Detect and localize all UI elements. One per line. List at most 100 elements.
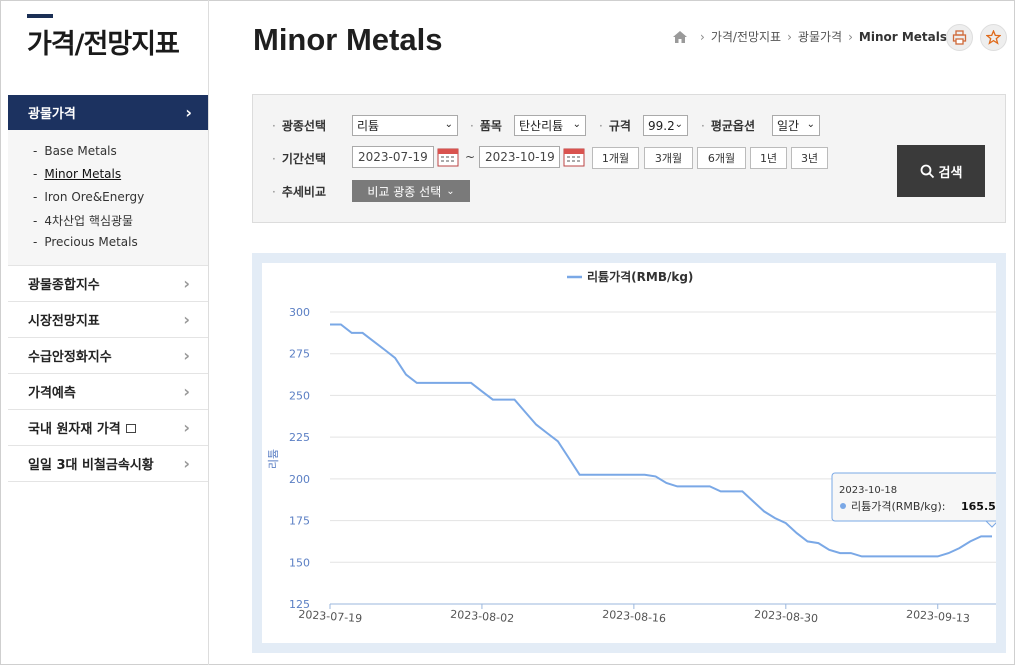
calendar-icon[interactable]: [437, 147, 459, 167]
data-point[interactable]: [328, 323, 332, 327]
print-button[interactable]: [946, 24, 973, 51]
data-point[interactable]: [762, 509, 766, 513]
data-point[interactable]: [806, 539, 810, 543]
data-point[interactable]: [643, 473, 647, 477]
sidebar: 가격/전망지표 광물가격 › - Base Metals - Minor Metal…: [0, 0, 209, 665]
data-point[interactable]: [480, 389, 484, 393]
breadcrumb-item[interactable]: 광물가격: [798, 28, 842, 45]
submenu-item-minor-metals[interactable]: - Minor Metals: [33, 167, 121, 181]
data-point[interactable]: [860, 554, 864, 558]
data-point[interactable]: [936, 554, 940, 558]
period-6month-button[interactable]: 6개월: [697, 147, 746, 169]
data-point[interactable]: [382, 348, 386, 352]
data-point[interactable]: [968, 539, 972, 543]
data-point[interactable]: [491, 398, 495, 402]
data-point[interactable]: [502, 398, 506, 402]
data-point[interactable]: [838, 551, 842, 555]
data-point[interactable]: [675, 484, 679, 488]
spec-label: 규격: [599, 117, 631, 134]
data-point[interactable]: [437, 381, 441, 385]
mineral-select[interactable]: 리튬 ⌄: [352, 115, 458, 136]
data-point[interactable]: [751, 499, 755, 503]
data-point[interactable]: [849, 551, 853, 555]
search-button[interactable]: 검색: [897, 145, 985, 197]
data-point[interactable]: [957, 546, 961, 550]
data-point[interactable]: [730, 489, 734, 493]
data-point[interactable]: [708, 484, 712, 488]
data-point[interactable]: [881, 554, 885, 558]
submenu-item-iron-ore-energy[interactable]: - Iron Ore&Energy: [33, 190, 144, 204]
item-select[interactable]: 탄산리튬 ⌄: [514, 115, 586, 136]
submenu-item-precious-metals[interactable]: - Precious Metals: [33, 235, 138, 249]
compare-mineral-button[interactable]: 비교 광종 선택 ⌄: [352, 180, 470, 202]
data-point[interactable]: [871, 554, 875, 558]
data-point[interactable]: [350, 331, 354, 335]
data-point[interactable]: [371, 339, 375, 343]
data-point[interactable]: [469, 381, 473, 385]
data-point[interactable]: [556, 439, 560, 443]
period-3month-button[interactable]: 3개월: [644, 147, 693, 169]
sidebar-item-mineral-price[interactable]: 광물가격 ›: [8, 95, 208, 130]
data-point[interactable]: [523, 410, 527, 414]
submenu-item-critical-minerals[interactable]: -4차산업 핵심광물: [33, 212, 133, 229]
data-point[interactable]: [621, 473, 625, 477]
data-point[interactable]: [892, 554, 896, 558]
data-point[interactable]: [784, 521, 788, 525]
data-point[interactable]: [697, 484, 701, 488]
chart-legend[interactable]: 리튬가격(RMB/kg): [567, 269, 693, 284]
data-point[interactable]: [534, 423, 538, 427]
sidebar-item-market-outlook[interactable]: 시장전망지표 ›: [8, 302, 208, 338]
date-range-separator: ~: [465, 150, 476, 164]
avg-option-select[interactable]: 일간 ⌄: [772, 115, 820, 136]
data-point[interactable]: [588, 473, 592, 477]
data-point[interactable]: [404, 373, 408, 377]
data-point[interactable]: [654, 474, 658, 478]
data-point[interactable]: [567, 456, 571, 460]
sidebar-item-daily-nonferrous[interactable]: 일일 3대 비철금속시황 ›: [8, 446, 208, 482]
data-point[interactable]: [979, 534, 983, 538]
series-line[interactable]: [330, 323, 992, 558]
data-point[interactable]: [990, 534, 994, 538]
sidebar-item-supply-index[interactable]: 수급안정화지수 ›: [8, 338, 208, 374]
submenu-item-base-metals[interactable]: - Base Metals: [33, 144, 117, 158]
data-point[interactable]: [740, 489, 744, 493]
data-point[interactable]: [632, 473, 636, 477]
data-point[interactable]: [827, 548, 831, 552]
data-point[interactable]: [599, 473, 603, 477]
home-icon[interactable]: [672, 30, 688, 44]
data-point[interactable]: [426, 381, 430, 385]
data-point[interactable]: [686, 484, 690, 488]
data-point[interactable]: [578, 473, 582, 477]
data-point[interactable]: [339, 323, 343, 327]
data-point[interactable]: [610, 473, 614, 477]
breadcrumb-item[interactable]: 가격/전망지표: [711, 28, 781, 45]
chevron-down-icon: ⌄: [572, 119, 581, 130]
data-point[interactable]: [773, 516, 777, 520]
period-1year-button[interactable]: 1년: [750, 147, 787, 169]
sidebar-item-mineral-index[interactable]: 광물종합지수 ›: [8, 266, 208, 302]
data-point[interactable]: [545, 431, 549, 435]
favorite-button[interactable]: [980, 24, 1007, 51]
calendar-icon[interactable]: [563, 147, 585, 167]
data-point[interactable]: [361, 331, 365, 335]
end-date-input[interactable]: 2023-10-19: [479, 146, 560, 168]
spec-select[interactable]: 99.2 ⌄: [643, 115, 688, 136]
data-point[interactable]: [795, 531, 799, 535]
period-1month-button[interactable]: 1개월: [592, 147, 639, 169]
data-point[interactable]: [947, 551, 951, 555]
data-point[interactable]: [447, 381, 451, 385]
data-point[interactable]: [914, 554, 918, 558]
data-point[interactable]: [664, 481, 668, 485]
data-point[interactable]: [393, 356, 397, 360]
start-date-input[interactable]: 2023-07-19: [352, 146, 434, 168]
sidebar-item-price-forecast[interactable]: 가격예측 ›: [8, 374, 208, 410]
period-3year-button[interactable]: 3년: [791, 147, 828, 169]
data-point[interactable]: [719, 489, 723, 493]
data-point[interactable]: [925, 554, 929, 558]
data-point[interactable]: [512, 398, 516, 402]
data-point[interactable]: [903, 554, 907, 558]
data-point[interactable]: [458, 381, 462, 385]
data-point[interactable]: [415, 381, 419, 385]
sidebar-item-domestic-prices[interactable]: 국내 원자재 가격 ›: [8, 410, 208, 446]
data-point[interactable]: [816, 541, 820, 545]
